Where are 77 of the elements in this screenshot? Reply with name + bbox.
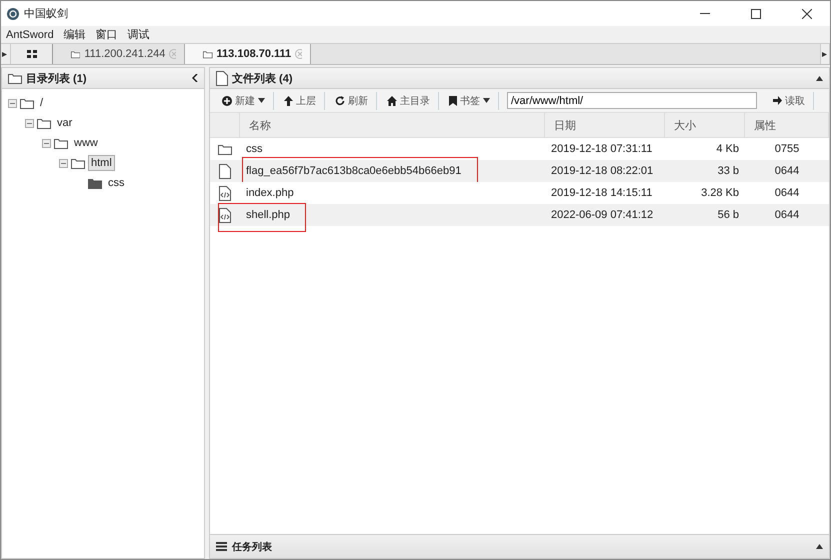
task-list-icon (216, 542, 227, 551)
folder-icon (8, 72, 22, 84)
toolbar-button[interactable]: 书签 (441, 92, 499, 110)
app-logo-icon (7, 8, 19, 20)
folder-icon (218, 144, 232, 154)
code-file-icon (219, 186, 231, 200)
read-button[interactable]: 读取 (765, 92, 814, 110)
folder-icon (71, 48, 80, 60)
column-header[interactable]: 名称 (240, 113, 545, 137)
table-cell-text: 33 b (716, 164, 740, 179)
refresh-icon (335, 96, 345, 106)
collapse-icon (816, 76, 823, 80)
tree-item[interactable]: / (37, 95, 46, 111)
collapse-toggle-icon[interactable] (42, 138, 51, 148)
scroll-right-button[interactable] (820, 44, 830, 64)
right-arrow-icon (773, 96, 782, 105)
minimize-icon (700, 13, 710, 14)
toolbar-button[interactable]: 新建 (214, 92, 274, 110)
collapse-toggle-icon[interactable] (25, 118, 34, 128)
connection-tab[interactable]: 113.108.70.111 (185, 44, 311, 64)
path-field[interactable]: /var/www/html/ (507, 92, 757, 109)
panel-title: 任务列表 (232, 540, 273, 554)
table-cell-text: 3.28 Kb (700, 186, 740, 201)
home-icon (387, 96, 397, 106)
table-cell-text: 0644 (774, 164, 800, 179)
table-cell-text: 2019-12-18 08:22:01 (550, 164, 654, 179)
plus-circle-icon (222, 96, 232, 106)
menu-item[interactable]: 编辑 (64, 27, 86, 42)
tree-item[interactable]: css (105, 175, 128, 191)
collapse-toggle-icon[interactable] (59, 158, 68, 168)
code-file-icon (219, 208, 231, 222)
close-icon (802, 8, 812, 18)
column-header[interactable]: 日期 (545, 113, 665, 137)
left-arrow-icon (2, 52, 9, 56)
up-arrow-icon (284, 96, 293, 106)
bookmark-icon (449, 96, 457, 106)
file-icon (216, 70, 228, 86)
file-name[interactable]: css (240, 138, 545, 160)
table-cell-text: 0755 (774, 142, 800, 157)
menu-item[interactable]: 窗口 (96, 27, 118, 42)
column-header[interactable]: 属性 (745, 113, 829, 137)
window-title: 中国蚁剑 (24, 7, 69, 21)
scroll-left-button[interactable] (1, 44, 11, 64)
folder-icon (203, 48, 213, 60)
menu-item[interactable]: AntSword (6, 28, 54, 40)
menu-item[interactable]: 调试 (128, 27, 150, 42)
table-cell-text: 2022-06-09 07:41:12 (550, 208, 654, 223)
right-arrow-icon (822, 52, 828, 56)
maximize-icon (751, 8, 761, 18)
collapse-toggle-icon[interactable] (8, 98, 17, 108)
home-tab[interactable] (11, 44, 53, 64)
toolbar-button[interactable]: 刷新 (327, 92, 377, 110)
table-cell-text: 0644 (774, 208, 800, 223)
table-cell-text: 56 b (716, 208, 740, 223)
folder-icon (54, 138, 68, 148)
folder-icon (20, 98, 34, 108)
tree-item[interactable]: html (88, 155, 115, 171)
panel-title: 目录列表 (1) (26, 72, 88, 86)
expand-icon (816, 544, 823, 549)
folder-icon (71, 158, 85, 168)
table-cell-text: 0644 (774, 186, 800, 201)
table-cell-text: 4 Kb (715, 142, 740, 157)
table-cell-text: 2019-12-18 14:15:11 (550, 186, 654, 201)
folder-icon (37, 118, 51, 128)
column-header[interactable]: 大小 (665, 113, 745, 137)
file-name[interactable]: shell.php (240, 204, 545, 226)
tree-item[interactable]: var (54, 115, 76, 131)
panel-title: 文件列表 (4) (232, 72, 294, 86)
tree-item[interactable]: www (71, 135, 101, 151)
file-icon (219, 164, 231, 178)
file-name[interactable]: index.php (240, 182, 545, 204)
table-cell-text: 2019-12-18 07:31:11 (550, 142, 654, 157)
toolbar-button[interactable]: 上层 (276, 92, 325, 110)
toolbar-button[interactable]: 主目录 (379, 92, 439, 110)
collapse-icon[interactable] (192, 74, 198, 82)
file-name[interactable]: flag_ea56f7b7ac613b8ca0e6ebb54b66eb91 (240, 160, 545, 182)
grid-icon (26, 50, 36, 58)
